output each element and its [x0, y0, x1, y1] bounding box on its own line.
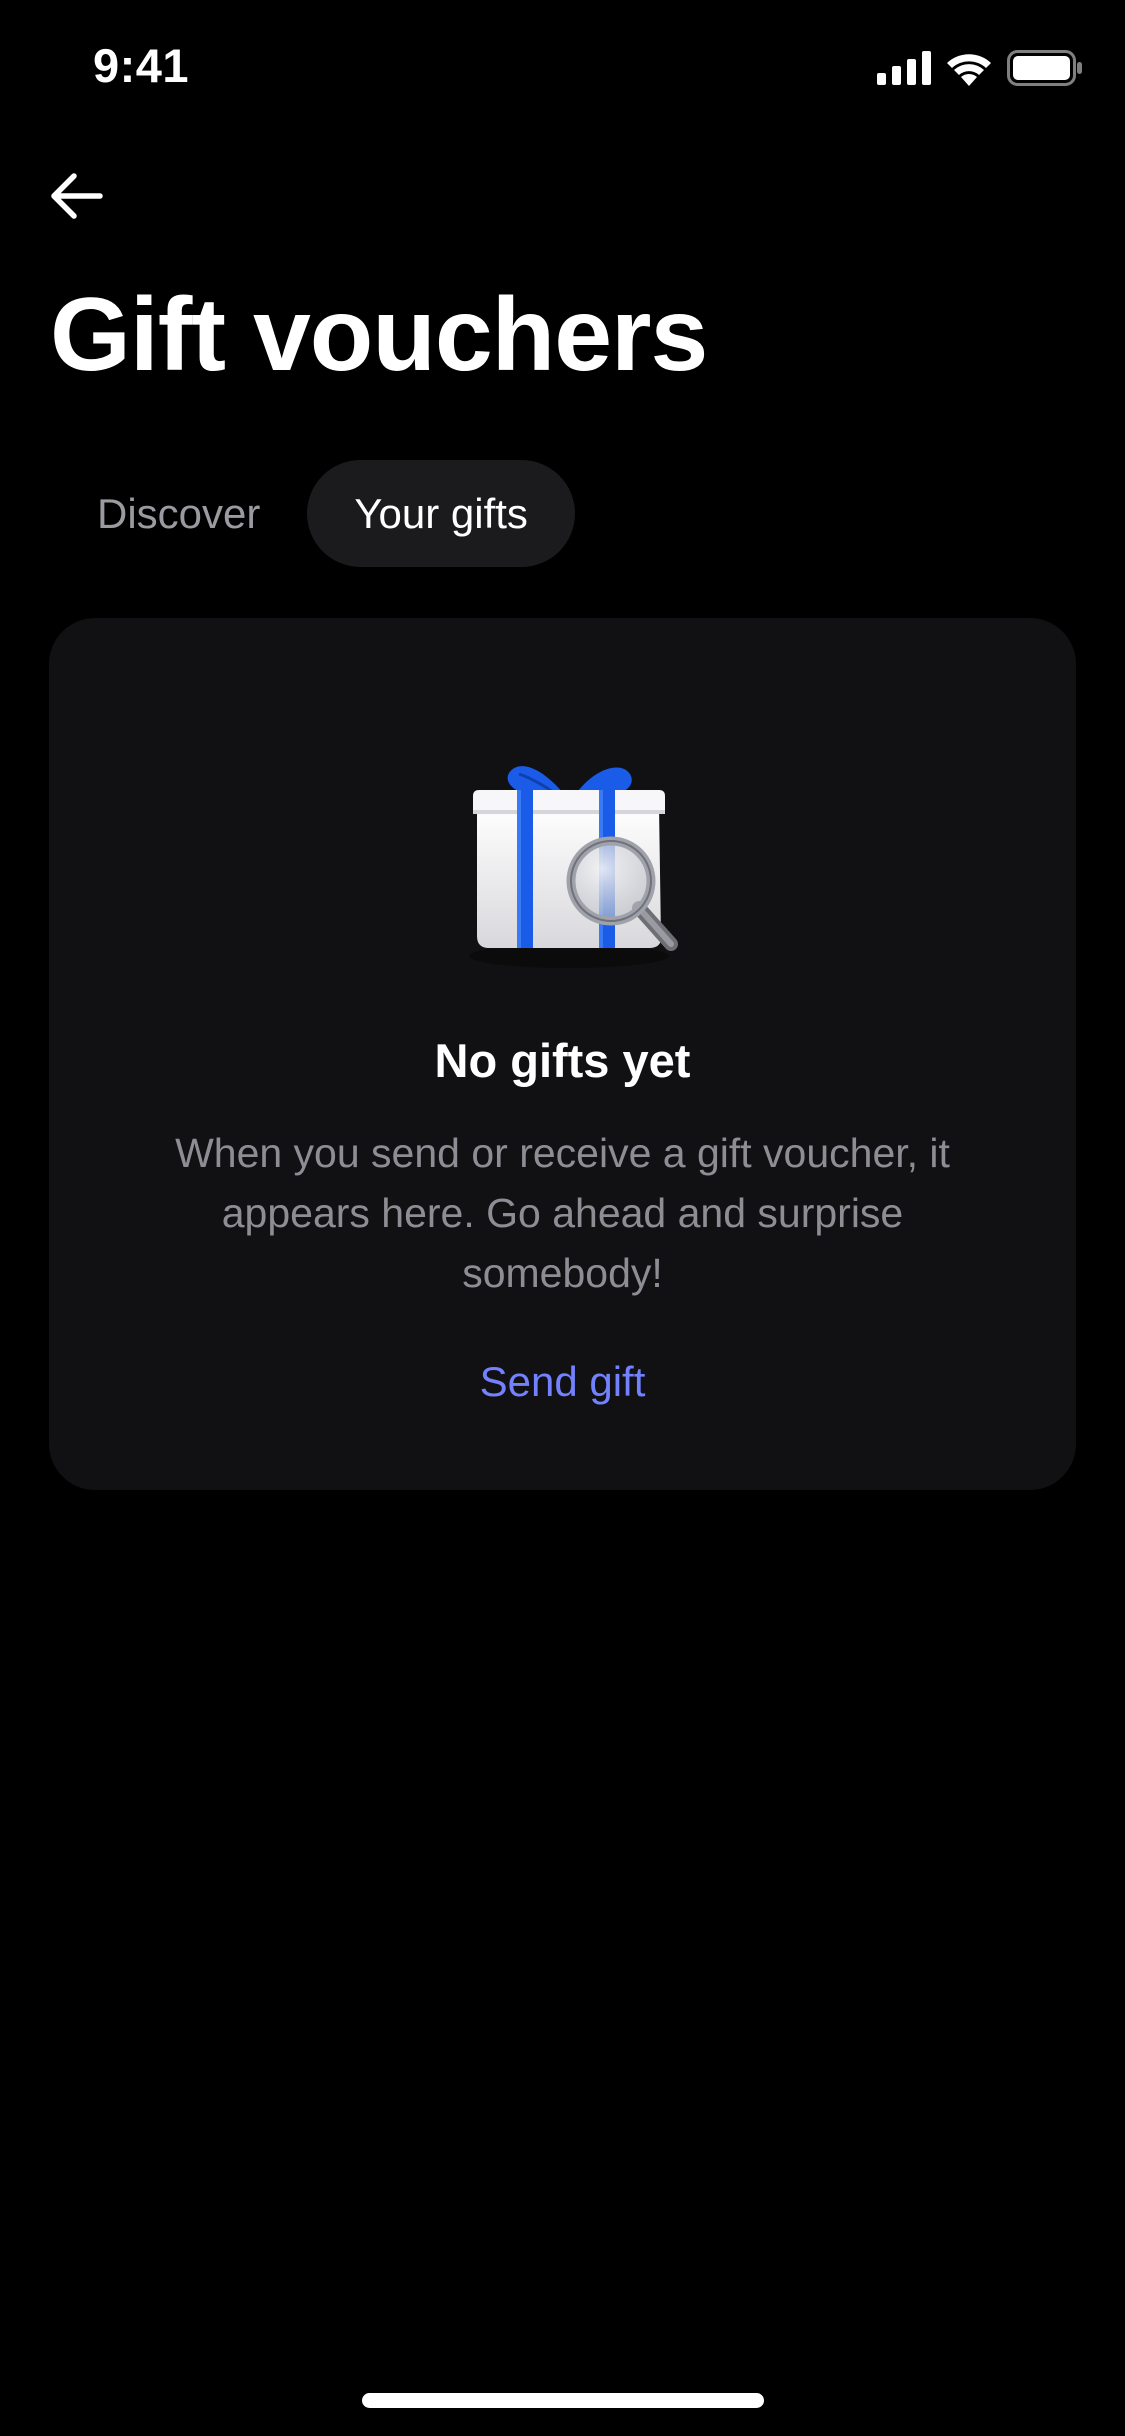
- empty-state-title: No gifts yet: [434, 1034, 691, 1087]
- wifi-icon: [947, 53, 991, 86]
- page-title: Gift vouchers: [50, 277, 708, 393]
- cellular-signal-icon: [877, 51, 931, 85]
- home-indicator: [362, 2393, 764, 2408]
- empty-state-card: No gifts yet When you send or receive a …: [49, 618, 1076, 1490]
- arrow-left-icon: [51, 173, 103, 219]
- status-icons: [877, 50, 1083, 86]
- send-gift-button[interactable]: Send gift: [49, 1358, 1076, 1406]
- status-time: 9:41: [93, 39, 190, 92]
- back-button[interactable]: [40, 160, 112, 232]
- tab-discover[interactable]: Discover: [50, 460, 307, 567]
- empty-state-description: When you send or receive a gift voucher,…: [175, 1130, 950, 1296]
- battery-icon: [1007, 50, 1082, 86]
- tab-bar: Discover Your gifts: [50, 460, 575, 567]
- status-bar: 9:41: [0, 0, 1125, 135]
- gift-box-with-magnifier-icon: [469, 766, 678, 968]
- tab-your-gifts[interactable]: Your gifts: [307, 460, 575, 567]
